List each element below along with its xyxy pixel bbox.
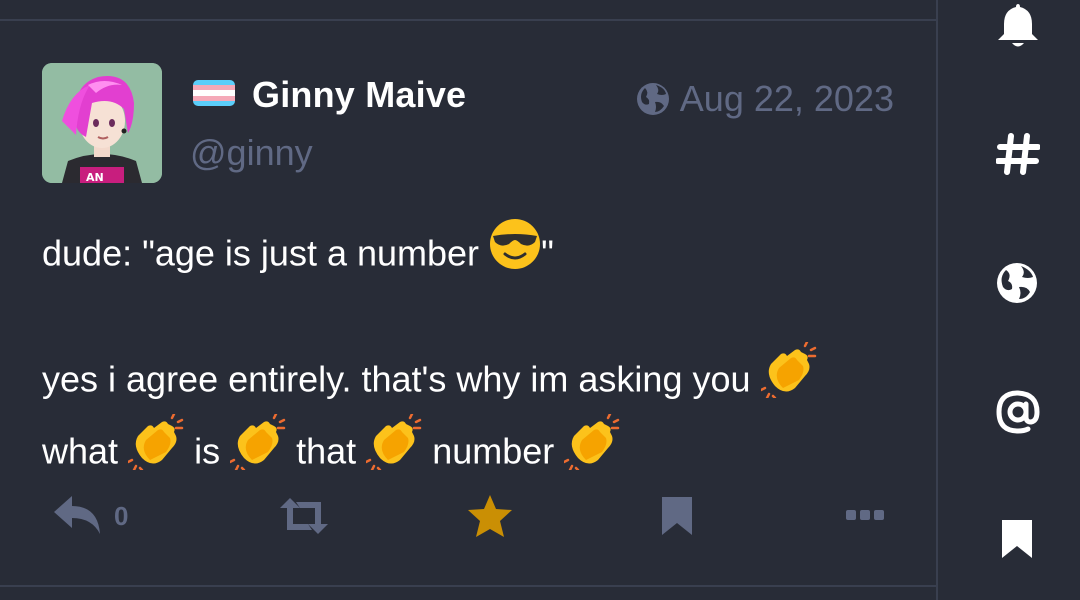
- star-icon: [468, 495, 512, 537]
- bookmarks-button[interactable]: [1000, 518, 1034, 565]
- bookmark-icon: [662, 497, 692, 535]
- notifications-button[interactable]: [996, 2, 1040, 55]
- federated-timeline-button[interactable]: [996, 262, 1038, 309]
- post-content: dude: "age is just a number " yes i agre…: [42, 219, 912, 490]
- content-word-number: number: [432, 430, 555, 472]
- explore-hashtags-button[interactable]: [995, 132, 1041, 181]
- clapping-hands-emoji: [364, 412, 422, 486]
- mentions-button[interactable]: [996, 390, 1040, 439]
- content-word-what: what: [42, 430, 119, 472]
- content-text-1: dude: "age is just a number: [42, 232, 480, 274]
- content-word-that: that: [296, 430, 357, 472]
- display-name[interactable]: Ginny Maive: [252, 74, 466, 116]
- clapping-hands-emoji: [563, 412, 620, 486]
- boost-icon: [280, 498, 328, 534]
- content-line-2: yes i agree entirely. that's why im aski…: [42, 340, 912, 418]
- ellipsis-icon: [846, 510, 884, 520]
- bell-icon: [998, 4, 1038, 47]
- post-date: Aug 22, 2023: [679, 78, 894, 119]
- content-word-is: is: [194, 430, 221, 472]
- clapping-hands-emoji: [759, 340, 817, 414]
- content-text-2: yes i agree entirely. that's why im aski…: [42, 358, 751, 400]
- content-line-1: dude: "age is just a number ": [42, 219, 912, 290]
- status-action-bar: 0: [0, 488, 936, 544]
- at-icon: [996, 390, 1040, 434]
- timeline-column: AN Ginny Maive @ginny Aug 22, 2023 dude:…: [0, 0, 936, 600]
- hashtag-icon: [995, 133, 1041, 175]
- divider-bottom: [0, 585, 936, 587]
- favourite-button[interactable]: [466, 488, 514, 544]
- divider-top: [0, 19, 936, 21]
- reply-count: 0: [114, 500, 129, 531]
- clapping-hands-emoji: [126, 412, 184, 486]
- bookmark-button[interactable]: [660, 488, 694, 544]
- reply-button[interactable]: 0: [52, 488, 128, 544]
- svg-text:AN: AN: [86, 171, 104, 183]
- boost-button[interactable]: [276, 488, 332, 544]
- reply-icon: [54, 496, 100, 534]
- sunglasses-face-emoji: [489, 218, 541, 286]
- more-options-button[interactable]: [846, 488, 884, 544]
- trans-flag-icon: [193, 80, 235, 106]
- content-line-3: what is that number: [42, 412, 912, 490]
- avatar[interactable]: AN: [42, 63, 162, 183]
- post-timestamp[interactable]: Aug 22, 2023: [636, 78, 894, 120]
- globe-icon: [636, 83, 669, 115]
- clapping-hands-emoji: [228, 412, 286, 486]
- globe-icon: [997, 263, 1037, 303]
- bookmark-icon: [1002, 520, 1032, 558]
- account-handle[interactable]: @ginny: [190, 132, 313, 174]
- content-text-1-end: ": [541, 232, 554, 274]
- navigation-sidebar: [938, 0, 1080, 600]
